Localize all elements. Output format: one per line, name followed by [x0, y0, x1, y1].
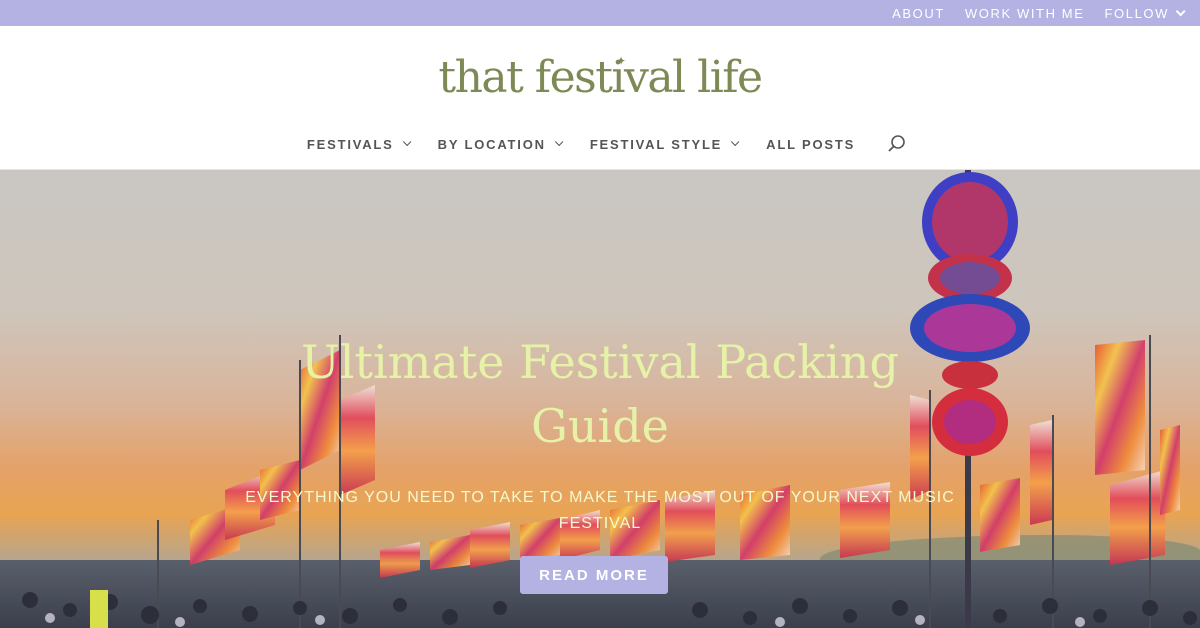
hero-subtitle: EVERYTHING YOU NEED TO TAKE TO MAKE THE … — [245, 489, 955, 532]
topbar-link-work-with-me[interactable]: WORK WITH ME — [965, 6, 1085, 21]
site-header: that festival life ✦ FESTIVALS BY LOCATI… — [0, 26, 1200, 170]
site-logo[interactable]: that festival life — [0, 52, 1200, 103]
nav-item-festivals-label: FESTIVALS — [306, 136, 394, 152]
hero-banner: Ultimate Festival Packing Guide EVERYTHI… — [0, 170, 1200, 628]
nav-item-festival-style[interactable]: FESTIVAL STYLE — [589, 136, 740, 152]
chevron-down-icon — [1175, 5, 1186, 16]
nav-item-all-posts[interactable]: ALL POSTS — [766, 137, 855, 152]
nav-item-festivals[interactable]: FESTIVALS — [306, 136, 412, 152]
sparkle-icon: ✦ — [616, 54, 627, 68]
topbar-link-about[interactable]: ABOUT — [892, 6, 945, 21]
chevron-down-icon — [731, 137, 740, 147]
main-nav: FESTIVALS BY LOCATION FESTIVAL STYLE ALL… — [0, 134, 1200, 154]
chevron-down-icon — [402, 137, 412, 147]
nav-item-by-location[interactable]: BY LOCATION — [437, 136, 564, 152]
hero-title[interactable]: Ultimate Festival Packing Guide — [250, 330, 950, 459]
read-more-button[interactable]: READ MORE — [520, 556, 668, 594]
nav-item-by-location-label: BY LOCATION — [437, 136, 546, 152]
topbar-link-follow-label: FOLLOW — [1104, 5, 1169, 21]
top-bar: ABOUT WORK WITH ME FOLLOW — [0, 0, 1200, 26]
nav-item-festival-style-label: FESTIVAL STYLE — [589, 136, 723, 152]
topbar-link-follow[interactable]: FOLLOW — [1104, 5, 1186, 21]
chevron-down-icon — [554, 137, 564, 147]
search-icon[interactable] — [887, 134, 907, 154]
